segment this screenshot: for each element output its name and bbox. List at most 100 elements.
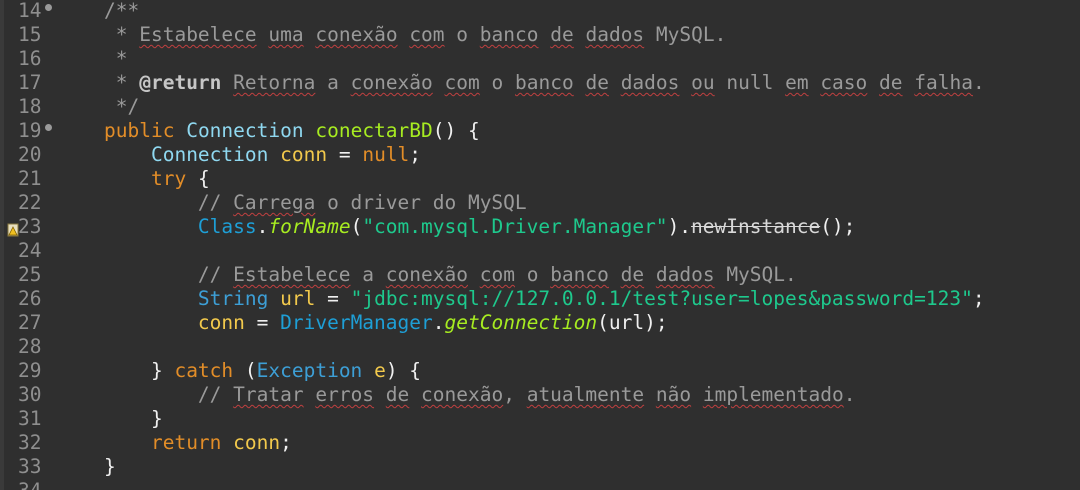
code-token: . — [972, 71, 985, 94]
code-line[interactable]: 26 String url = "jdbc:mysql://127.0.0.1/… — [0, 287, 1080, 311]
code-line[interactable]: 17 * @return Retorna a conexão com o ban… — [0, 71, 1080, 95]
code-token: // — [104, 383, 234, 406]
code-token: url — [280, 287, 316, 310]
code-line[interactable]: 22 // Carrega o driver do MySQL — [0, 191, 1080, 215]
code-token: e — [374, 359, 386, 382]
code-token: ) { — [385, 359, 422, 382]
code-token: não — [655, 383, 692, 406]
code-line[interactable]: 21 try { — [0, 167, 1080, 191]
code-line[interactable]: 31 } — [0, 407, 1080, 431]
code-text[interactable]: // Tratar erros de conexão, atualmente n… — [104, 383, 856, 407]
code-text[interactable]: } — [104, 407, 163, 431]
code-text[interactable]: Connection conn = null; — [104, 143, 421, 167]
code-line[interactable]: 24 — [0, 239, 1080, 263]
code-token: erros — [315, 383, 375, 406]
code-line[interactable]: 15 * Estabelece uma conexão com o banco … — [0, 23, 1080, 47]
code-text[interactable]: // Estabelece a conexão com o banco de d… — [104, 263, 797, 287]
code-line[interactable]: 33} — [0, 455, 1080, 479]
code-text[interactable]: } catch (Exception e) { — [104, 359, 421, 383]
code-line[interactable]: 19 public Connection conectarBD() { — [0, 119, 1080, 143]
code-token: Estabelece — [233, 263, 351, 286]
code-token: . — [256, 215, 269, 238]
code-editor[interactable]: 14/** 15 * Estabelece uma conexão com o b… — [0, 0, 1080, 490]
code-text[interactable]: * — [104, 47, 128, 71]
code-line[interactable]: 25 // Estabelece a conexão com o banco d… — [0, 263, 1080, 287]
code-token: * — [104, 47, 128, 70]
code-token: } — [104, 359, 175, 382]
code-line[interactable]: 20 Connection conn = null; — [0, 143, 1080, 167]
code-text[interactable]: * @return Retorna a conexão com o banco … — [104, 71, 985, 95]
code-line[interactable]: 30 // Tratar erros de conexão, atualment… — [0, 383, 1080, 407]
code-token: dados — [620, 71, 680, 94]
code-line[interactable]: 27 conn = DriverManager.getConnection(ur… — [0, 311, 1080, 335]
code-token: banco — [479, 23, 539, 46]
code-token: @return — [139, 71, 222, 94]
code-token: ; — [409, 143, 422, 166]
code-token: Connection — [186, 119, 304, 142]
code-text[interactable]: return conn; — [104, 431, 292, 455]
code-text[interactable]: public Connection conectarBD() { — [104, 119, 480, 143]
line-number: 23 — [18, 215, 42, 238]
code-token: MySQL. — [644, 23, 727, 46]
code-line[interactable]: 14 /** — [0, 0, 1080, 23]
code-text[interactable]: /** — [104, 0, 139, 23]
code-line[interactable]: 18 */ — [0, 95, 1080, 119]
code-token: } — [104, 407, 163, 430]
code-token: * — [104, 23, 140, 46]
code-token: dados — [585, 23, 645, 46]
code-line[interactable]: 16 * — [0, 47, 1080, 71]
code-token: conexão — [350, 71, 433, 94]
code-text[interactable]: try { — [104, 167, 210, 191]
code-token: , — [503, 383, 527, 406]
code-token: { — [186, 167, 210, 190]
code-token: conexão — [315, 23, 398, 46]
code-token: = — [327, 143, 363, 166]
code-token: Connection — [150, 143, 269, 166]
code-text[interactable]: conn = DriverManager.getConnection(url); — [104, 311, 668, 335]
fold-toggle-icon[interactable] — [45, 4, 52, 11]
code-token: de — [550, 23, 574, 46]
code-line[interactable]: 28 — [0, 335, 1080, 359]
code-line[interactable]: 23 Class.forName("com.mysql.Driver.Manag… — [0, 215, 1080, 239]
line-number: 28 — [18, 335, 42, 358]
code-token: a — [350, 263, 386, 286]
code-token: // — [104, 191, 234, 214]
line-number: 19 — [18, 119, 42, 142]
code-text[interactable]: * Estabelece uma conexão com o banco de … — [104, 23, 727, 47]
code-text[interactable]: String url = "jdbc:mysql://127.0.0.1/tes… — [104, 287, 985, 311]
code-token: banco — [515, 71, 574, 94]
code-text[interactable]: } — [104, 455, 116, 479]
line-number: 30 — [18, 383, 42, 406]
code-line[interactable]: 32 return conn; — [0, 431, 1080, 455]
code-token: uma — [268, 23, 304, 46]
code-line[interactable]: 29 } catch (Exception e) { — [0, 359, 1080, 383]
code-line[interactable]: 34 — [0, 479, 1080, 490]
code-token: a — [315, 71, 351, 94]
code-text[interactable]: */ — [104, 95, 140, 119]
code-token: conexão — [421, 383, 504, 406]
code-token: implementado — [702, 383, 844, 406]
code-token: return — [150, 431, 222, 454]
code-text[interactable]: Class.forName("com.mysql.Driver.Manager"… — [104, 215, 856, 239]
code-token: de — [620, 263, 645, 286]
code-token: . — [843, 383, 856, 406]
fold-toggle-icon[interactable] — [45, 124, 52, 131]
line-number: 32 — [18, 431, 42, 454]
line-number: 17 — [18, 71, 42, 94]
code-text[interactable]: // Carrega o driver do MySQL — [104, 191, 527, 215]
code-token: conn — [280, 143, 328, 166]
